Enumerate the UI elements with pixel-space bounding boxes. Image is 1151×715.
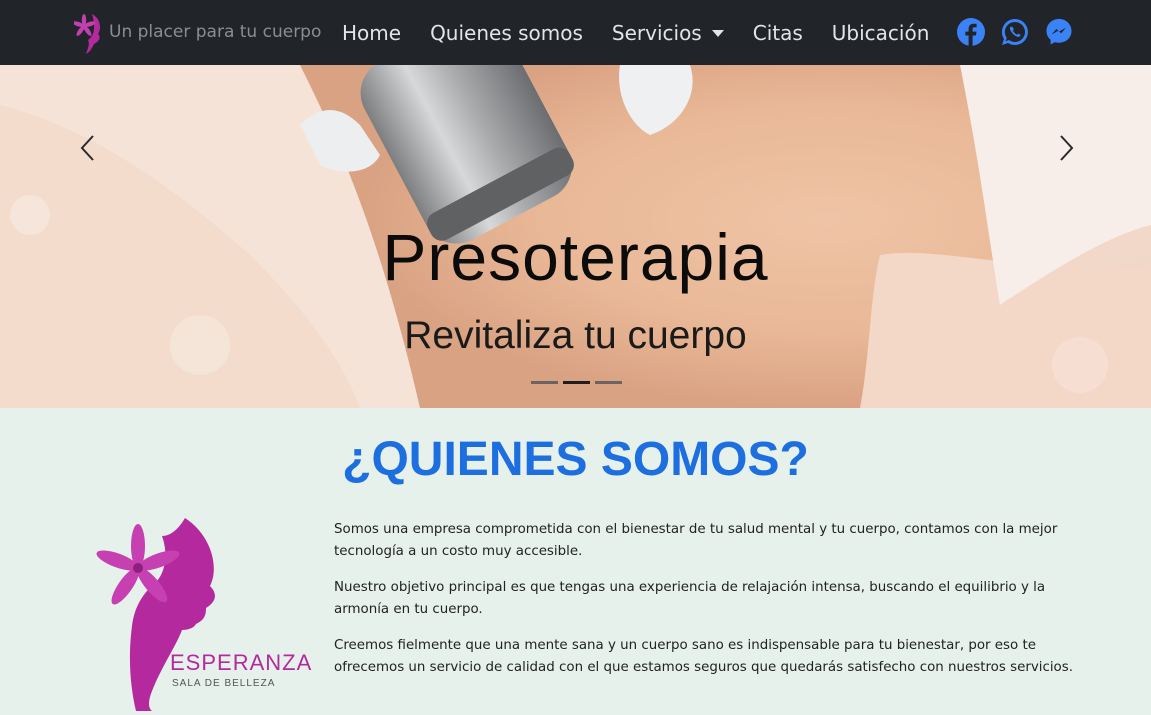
brand-link[interactable]: Un placer para tu cuerpo bbox=[74, 10, 321, 54]
about-text: Somos una empresa comprometida con el bi… bbox=[334, 519, 1084, 693]
carousel-indicators bbox=[531, 381, 627, 384]
nav-links: Home Quienes somos Servicios Citas Ubica… bbox=[342, 0, 958, 65]
esperanza-logo-icon: ESPERANZA SALA DE BELLEZA bbox=[96, 518, 312, 711]
nav-servicios-label: Servicios bbox=[611, 20, 702, 45]
hero-title: Presoterapia bbox=[382, 220, 769, 294]
hero-subtitle: Revitaliza tu cuerpo bbox=[404, 314, 747, 357]
flower-woman-logo-icon bbox=[74, 14, 100, 54]
nav-servicios-dropdown[interactable]: Servicios bbox=[612, 21, 724, 45]
logo-tagline: SALA DE BELLEZA bbox=[172, 678, 275, 689]
social-links bbox=[956, 17, 1088, 47]
about-paragraph-1: Somos una empresa comprometida con el bi… bbox=[334, 522, 1058, 559]
carousel-indicator-2[interactable] bbox=[563, 381, 590, 384]
carousel-next-icon[interactable] bbox=[1046, 128, 1086, 168]
about-paragraph-3: Creemos fielmente que una mente sana y u… bbox=[334, 638, 1073, 675]
about-title: ¿QUIENES SOMOS? bbox=[342, 433, 809, 486]
nav-ubicacion[interactable]: Ubicación bbox=[832, 21, 930, 45]
carousel-prev-icon[interactable] bbox=[68, 128, 108, 168]
logo-name: ESPERANZA bbox=[170, 650, 312, 675]
brand-tagline: Un placer para tu cuerpo bbox=[109, 22, 322, 42]
nav-quienes-somos[interactable]: Quienes somos bbox=[430, 21, 583, 45]
nav-home[interactable]: Home bbox=[342, 21, 401, 45]
carousel-indicator-3[interactable] bbox=[595, 381, 622, 384]
whatsapp-icon[interactable] bbox=[1000, 17, 1030, 47]
hero-carousel: Presoterapia Revitaliza tu cuerpo bbox=[0, 65, 1151, 408]
about-paragraph-2: Nuestro objetivo principal es que tengas… bbox=[334, 580, 1046, 617]
nav-citas[interactable]: Citas bbox=[753, 21, 803, 45]
navbar: Un placer para tu cuerpo Home Quienes so… bbox=[0, 0, 1151, 65]
facebook-icon[interactable] bbox=[956, 17, 986, 47]
caret-down-icon bbox=[711, 30, 724, 37]
messenger-icon[interactable] bbox=[1044, 17, 1074, 47]
carousel-indicator-1[interactable] bbox=[531, 381, 558, 384]
